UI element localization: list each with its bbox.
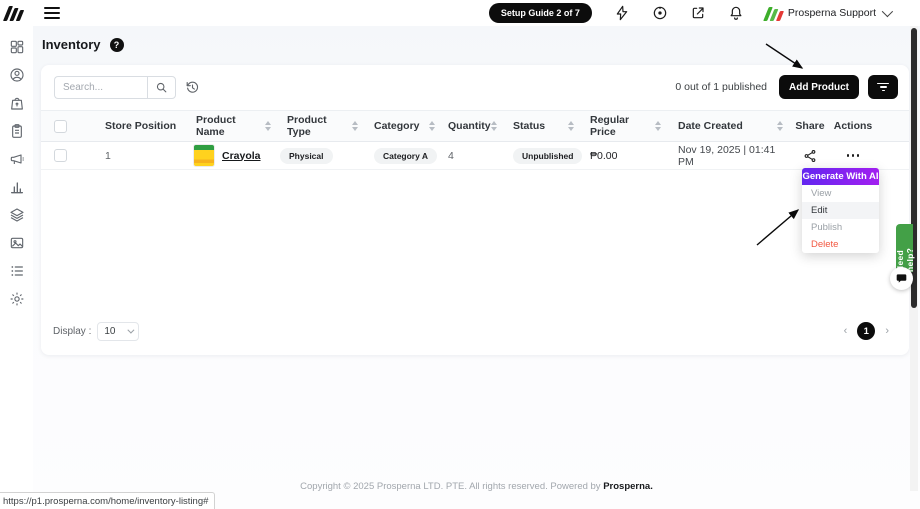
page-size-select[interactable]: 10 (97, 322, 139, 341)
menu-toggle-button[interactable] (44, 7, 60, 19)
sort-icon[interactable] (265, 121, 271, 131)
sidebar-item-settings[interactable] (9, 291, 25, 307)
account-menu[interactable]: Prosperna Support (766, 5, 890, 21)
copyright-text: Copyright © 2025 Prosperna LTD. PTE. All… (300, 481, 603, 492)
sort-icon[interactable] (352, 121, 358, 131)
table-row: 1 Crayola Physical Category A 4 Unpublis… (41, 142, 909, 170)
sidebar-item-menu-builder[interactable] (9, 263, 25, 279)
menu-item-publish[interactable]: Publish (802, 219, 879, 236)
status-badge: Unpublished (513, 148, 582, 164)
product-thumbnail[interactable] (193, 144, 215, 167)
need-help-tab[interactable]: Need help? (896, 224, 913, 272)
reset-history-button[interactable] (185, 80, 200, 95)
col-store-position: Store Position (94, 120, 184, 132)
setup-guide-button[interactable]: Setup Guide 2 of 7 (489, 3, 592, 23)
sidebar-item-account[interactable] (9, 67, 25, 83)
col-category: Category (367, 120, 444, 132)
sidebar (0, 26, 33, 509)
date-created-cell: Nov 19, 2025 | 01:41 PM (670, 144, 792, 168)
col-regular-price: Regular Price (583, 114, 670, 138)
search-group (54, 76, 176, 99)
sidebar-item-media[interactable] (9, 235, 25, 251)
col-product-name: Product Name (184, 114, 280, 138)
col-date-created: Date Created (670, 120, 792, 132)
copyright-footer: Copyright © 2025 Prosperna LTD. PTE. All… (33, 481, 920, 492)
prosperna-brand-icon (766, 5, 782, 21)
filter-button[interactable] (868, 75, 898, 99)
chat-launcher-button[interactable] (890, 267, 913, 290)
add-product-button[interactable]: Add Product (779, 75, 859, 99)
page-head: Inventory ? (42, 37, 124, 52)
published-summary: 0 out of 1 published (675, 81, 767, 93)
search-button[interactable] (147, 76, 176, 99)
sidebar-item-orders[interactable] (9, 123, 25, 139)
menu-item-delete[interactable]: Delete (802, 236, 879, 253)
help-icon[interactable]: ? (110, 38, 124, 52)
page-size-value: 10 (104, 326, 115, 337)
lightning-icon[interactable] (614, 5, 630, 21)
sort-icon[interactable] (568, 121, 574, 131)
topbar: Setup Guide 2 of 7 Prosperna Support (0, 0, 920, 26)
sidebar-item-analytics[interactable] (9, 179, 25, 195)
next-page-button[interactable]: › (885, 325, 889, 337)
row-checkbox[interactable] (54, 149, 67, 162)
inventory-table: Store Position Product Name Product Type… (41, 110, 909, 170)
regular-price-cell: ₱0.00 (583, 150, 670, 162)
sidebar-item-marketing[interactable] (9, 151, 25, 167)
sort-icon[interactable] (655, 121, 661, 131)
sort-icon[interactable] (429, 121, 435, 131)
search-icon (155, 81, 168, 94)
category-badge: Category A (374, 148, 437, 164)
menu-item-view[interactable]: View (802, 185, 879, 202)
toolbar-right: 0 out of 1 published Add Product (675, 75, 898, 99)
col-share: Share (792, 120, 828, 132)
actions-dropdown-menu: Generate With AI View Edit Publish Delet… (802, 168, 879, 253)
sidebar-item-products[interactable] (9, 207, 25, 223)
sort-icon[interactable] (491, 121, 497, 131)
sidebar-item-dashboard[interactable] (9, 39, 25, 55)
status-url-tooltip: https://p1.prosperna.com/home/inventory-… (0, 492, 215, 509)
col-actions: Actions (828, 120, 878, 132)
row-actions-menu-button[interactable] (845, 150, 862, 161)
inventory-card: 0 out of 1 published Add Product Store P… (41, 65, 909, 355)
col-quantity: Quantity (444, 120, 505, 132)
card-footer: Display : 10 ‹ 1 › (53, 321, 889, 341)
quantity-cell: 4 (444, 150, 505, 162)
brand-link[interactable]: Prosperna. (603, 481, 653, 492)
filter-icon (877, 83, 889, 85)
product-type-badge: Physical (280, 148, 333, 164)
topbar-actions: Setup Guide 2 of 7 Prosperna Support (489, 3, 890, 23)
search-input[interactable] (54, 76, 147, 99)
sidebar-item-store[interactable] (9, 95, 25, 111)
store-position-cell: 1 (94, 150, 184, 162)
prosperna-logo-icon[interactable] (4, 4, 24, 22)
col-status: Status (505, 120, 583, 132)
need-help-label: Need help? (895, 224, 915, 272)
pagination: ‹ 1 › (844, 322, 889, 340)
select-all-checkbox[interactable] (54, 120, 67, 133)
chat-bubble-icon (896, 273, 907, 284)
sort-icon[interactable] (777, 121, 783, 131)
page-title: Inventory (42, 37, 101, 52)
history-icon (185, 80, 200, 95)
menu-item-edit[interactable]: Edit (802, 202, 879, 219)
share-icon[interactable] (803, 149, 817, 163)
target-icon[interactable] (652, 5, 668, 21)
col-product-type: Product Type (280, 114, 367, 138)
menu-item-generate-with-ai[interactable]: Generate With AI (802, 168, 879, 185)
prev-page-button[interactable]: ‹ (844, 325, 848, 337)
current-page-button[interactable]: 1 (857, 322, 875, 340)
display-label: Display : (53, 326, 91, 337)
main-content: Inventory ? 0 out of 1 published Add Pro… (33, 26, 920, 509)
product-name-link[interactable]: Crayola (222, 150, 261, 162)
account-name: Prosperna Support (788, 7, 876, 19)
bell-icon[interactable] (728, 5, 744, 21)
chevron-down-icon (128, 326, 135, 333)
card-toolbar: 0 out of 1 published Add Product (54, 75, 898, 99)
table-header-row: Store Position Product Name Product Type… (41, 110, 909, 142)
external-link-icon[interactable] (690, 5, 706, 21)
chevron-down-icon (882, 6, 893, 17)
